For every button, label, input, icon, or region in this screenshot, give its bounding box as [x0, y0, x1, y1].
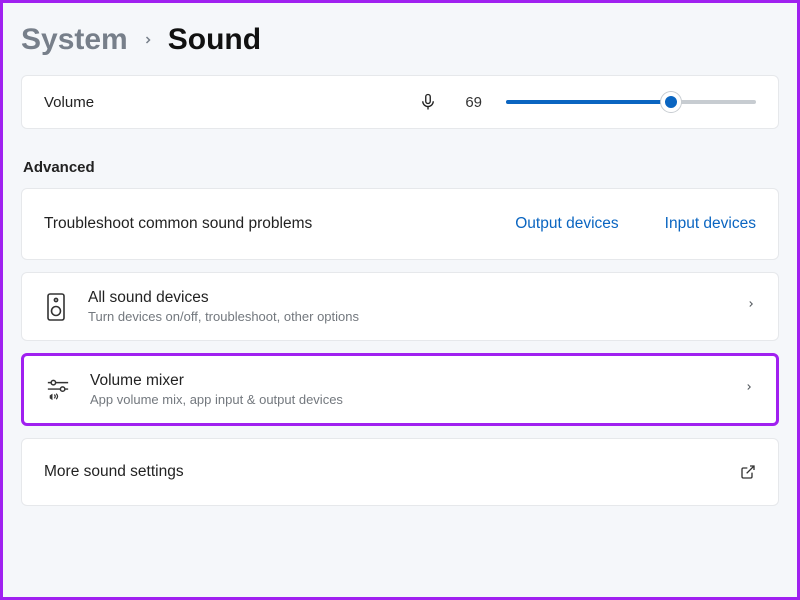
breadcrumb-parent[interactable]: System [21, 23, 128, 57]
content-area: System Sound Volume 69 Ad [3, 3, 797, 506]
advanced-heading: Advanced [23, 159, 779, 176]
chevron-right-icon [746, 297, 756, 316]
settings-window: System Sound Volume 69 Ad [0, 0, 800, 600]
all-devices-title: All sound devices [88, 289, 726, 307]
breadcrumb: System Sound [21, 23, 779, 57]
input-devices-link[interactable]: Input devices [665, 215, 756, 233]
troubleshoot-links: Output devices Input devices [515, 215, 756, 233]
breadcrumb-current: Sound [168, 23, 261, 57]
output-devices-link[interactable]: Output devices [515, 215, 618, 233]
speaker-device-icon [44, 293, 68, 321]
volume-slider[interactable] [506, 92, 756, 112]
troubleshoot-label: Troubleshoot common sound problems [44, 215, 312, 233]
microphone-icon[interactable] [419, 93, 437, 111]
row-text: All sound devices Turn devices on/off, t… [88, 289, 726, 324]
row-text: Volume mixer App volume mix, app input &… [90, 372, 724, 407]
external-link-icon [740, 464, 756, 480]
volume-card: Volume 69 [21, 75, 779, 129]
all-sound-devices-row[interactable]: All sound devices Turn devices on/off, t… [21, 272, 779, 341]
volume-label: Volume [44, 94, 104, 111]
all-devices-subtitle: Turn devices on/off, troubleshoot, other… [88, 309, 726, 324]
mixer-icon [46, 376, 70, 404]
troubleshoot-card: Troubleshoot common sound problems Outpu… [21, 188, 779, 260]
volume-mixer-subtitle: App volume mix, app input & output devic… [90, 392, 724, 407]
chevron-right-icon [744, 380, 754, 399]
more-sound-settings-row[interactable]: More sound settings [21, 438, 779, 506]
volume-value: 69 [465, 94, 482, 111]
slider-knob[interactable] [661, 92, 681, 112]
volume-mixer-row[interactable]: Volume mixer App volume mix, app input &… [21, 353, 779, 426]
chevron-right-icon [142, 29, 154, 52]
more-settings-label: More sound settings [44, 463, 184, 481]
volume-mixer-title: Volume mixer [90, 372, 724, 390]
